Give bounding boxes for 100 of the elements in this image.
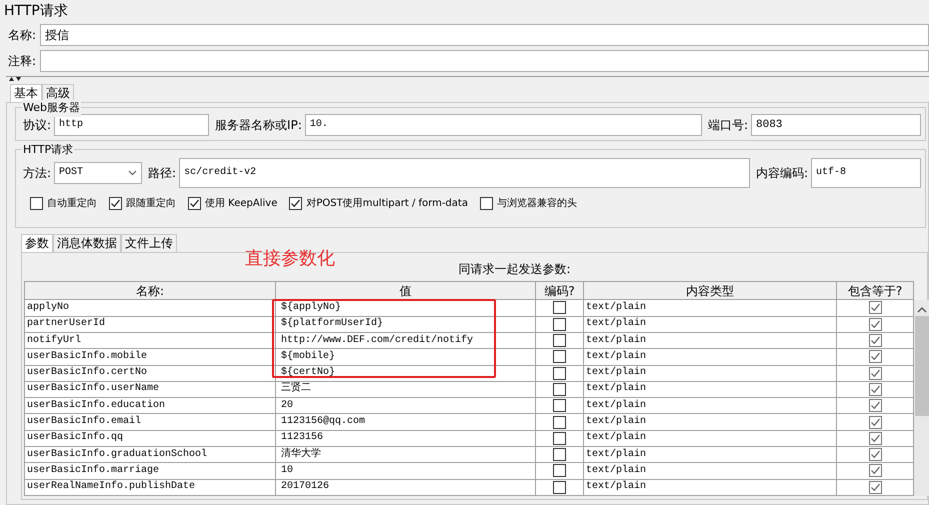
checkbox[interactable] [480,197,493,210]
table-cell: text/plain [584,332,836,349]
table-cell: text/plain [584,381,836,398]
splitter-arrows-icon[interactable] [8,76,22,82]
checkbox-label: 与浏览器兼容的头 [496,196,577,211]
checkbox[interactable] [868,416,882,429]
checkbox[interactable] [553,448,566,462]
checkbox[interactable] [553,382,566,396]
table-cell: userBasicInfo.userName [24,381,276,398]
table-cell: text/plain [584,430,836,446]
scroll-thumb[interactable] [915,316,929,416]
table-cell: 1123156 [276,430,536,446]
checkbox[interactable] [868,480,882,494]
column-header[interactable]: 编码? [536,282,584,300]
method-dropdown[interactable]: POST [54,162,142,184]
field-label: 路径: [148,165,176,182]
comment-field[interactable] [40,50,929,72]
protocol-field[interactable]: http [54,114,210,136]
scrollbar[interactable] [914,300,929,496]
table-cell: partnerUserId [24,316,276,332]
annotation-text: 直接参数化 [245,247,335,271]
table-cell: ${mobile} [276,348,536,366]
checkbox[interactable] [553,366,566,380]
window-title: HTTP请求 [3,2,69,21]
chevron-down-icon [128,170,138,176]
table-cell: 10 [276,462,536,480]
field-label: 注释: [8,53,36,70]
field-label: 内容编码: [756,165,808,182]
path-field[interactable]: sc/credit-v2 [179,158,750,188]
table-cell: text/plain [584,365,836,382]
table-cell: 1123156@qq.com [276,414,536,430]
field-label: 端口号: [708,117,748,134]
checkbox-label: 自动重定向 [47,196,97,211]
table-cell: userBasicInfo.mobile [24,348,276,366]
checkbox[interactable] [30,197,43,210]
column-header[interactable]: 包含等于? [836,282,914,300]
table-cell: text/plain [584,462,836,480]
checkbox[interactable] [868,301,882,314]
table-cell: applyNo [24,300,276,316]
checkbox[interactable] [868,382,882,396]
encoding-field[interactable]: utf-8 [811,158,921,188]
group-title: Web服务器 [22,100,81,116]
table-cell: userBasicInfo.marriage [24,462,276,480]
field-label: 服务器名称或IP: [215,117,302,134]
field-label: 名称: [8,27,36,44]
table-cell: userBasicInfo.education [24,398,276,414]
table-cell: text/plain [584,479,836,496]
table-cell: userRealNameInfo.publishDate [24,479,276,496]
table-caption: 同请求一起发送参数: [457,261,571,278]
tab[interactable]: 文件上传 [121,234,177,252]
table-cell: 20170126 [276,479,536,496]
table-cell: ${applyNo} [276,300,536,316]
tab[interactable]: 参数 [21,234,53,252]
checkbox[interactable] [553,432,566,445]
column-header[interactable]: 内容类型 [584,282,836,300]
table-cell: 清华大学 [276,446,536,463]
checkbox[interactable] [553,318,566,331]
checkbox[interactable] [868,432,882,445]
table-cell: text/plain [584,316,836,332]
checkbox[interactable] [553,399,566,412]
server-field[interactable]: 10. [304,114,702,136]
checkbox-label: 对POST使用multipart / form-data [306,196,468,211]
table-cell: text/plain [584,348,836,366]
table-cell: ${platformUserId} [276,316,536,332]
checkbox[interactable] [868,448,882,462]
table-cell: userBasicInfo.email [24,414,276,430]
table-cell: userBasicInfo.certNo [24,365,276,382]
field-label: 协议: [23,117,52,134]
table-cell: userBasicInfo.qq [24,430,276,446]
checkbox[interactable] [109,197,122,210]
checkbox[interactable] [289,197,302,210]
checkbox[interactable] [868,334,882,348]
table-cell: userBasicInfo.graduationSchool [24,446,276,463]
checkbox[interactable] [553,480,566,494]
checkbox[interactable] [868,350,882,364]
column-header[interactable]: 值 [276,282,536,300]
checkbox[interactable] [868,366,882,380]
tab[interactable]: 消息体数据 [53,234,121,252]
checkbox[interactable] [868,318,882,331]
field-label: 方法: [23,165,52,182]
checkbox[interactable] [553,416,566,429]
table-cell: text/plain [584,414,836,430]
checkbox[interactable] [553,464,566,478]
table-cell: ${certNo} [276,365,536,382]
checkbox[interactable] [868,399,882,412]
name-field[interactable]: 授信 [40,24,929,46]
table-cell: text/plain [584,446,836,463]
checkbox[interactable] [553,301,566,314]
column-header[interactable]: 名称: [24,282,276,300]
checkbox[interactable] [868,464,882,478]
checkbox[interactable] [188,197,201,210]
table-cell: 三贤二 [276,381,536,398]
table-cell: 20 [276,398,536,414]
checkbox[interactable] [553,350,566,364]
table-cell: text/plain [584,300,836,316]
port-field[interactable]: 8083 [751,114,921,136]
tab[interactable]: 基本 [10,84,42,102]
table-cell: text/plain [584,398,836,414]
checkbox-label: 使用 KeepAlive [205,197,278,211]
checkbox[interactable] [553,334,566,348]
